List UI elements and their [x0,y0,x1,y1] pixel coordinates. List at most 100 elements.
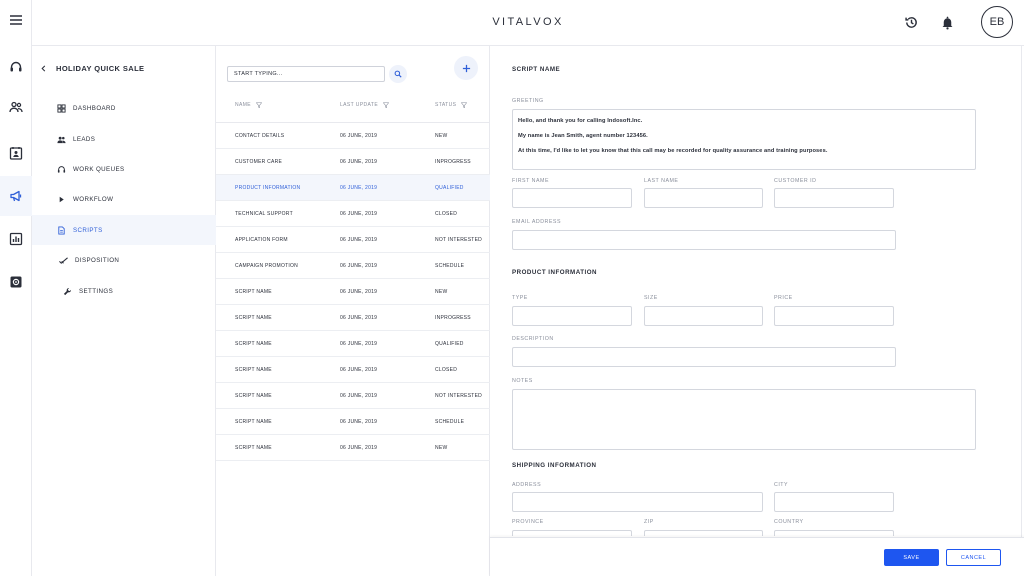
price-label: PRICE [774,295,793,301]
nav-item-workflow[interactable]: WORKFLOW [32,184,216,214]
email-field[interactable] [512,230,896,250]
type-field[interactable] [512,306,632,326]
save-button[interactable]: SAVE [884,549,939,566]
back-chevron-icon[interactable] [40,64,47,74]
nav-item-label: WORK QUEUES [73,165,125,173]
nav-item-leads[interactable]: LEADS [32,124,216,154]
play-icon [56,194,66,204]
bar-chart-icon[interactable] [6,229,26,249]
filter-icon[interactable] [256,102,263,108]
size-label: SIZE [644,295,658,301]
form-right-divider [1021,46,1022,537]
nav-item-work-queues[interactable]: WORK QUEUES [32,154,216,184]
people-icon[interactable] [6,97,26,117]
type-label: TYPE [512,295,528,301]
description-field[interactable] [512,347,896,367]
search-icon[interactable] [389,65,407,83]
table-row[interactable]: CAMPAIGN PROMOTION 06 JUNE, 2019 SCHEDULE [216,253,490,279]
headset-icon [56,164,66,174]
nav-item-label: DASHBOARD [73,104,116,112]
nav-item-label: WORKFLOW [73,195,114,203]
cancel-button[interactable]: CANCEL [946,549,1001,566]
table-row[interactable]: SCRIPT NAME 06 JUNE, 2019 NOT INTERESTED [216,383,490,409]
last-name-label: LAST NAME [644,178,679,184]
province-field[interactable] [512,530,632,536]
icon-rail [0,0,32,576]
contact-card-icon[interactable] [6,143,26,163]
check-icon [58,255,68,265]
table-row[interactable]: CONTACT DETAILS 06 JUNE, 2019 NEW [216,123,490,149]
address-label: ADDRESS [512,482,542,488]
nav-item-label: LEADS [73,135,96,143]
brand-logo-text: VITALVOX [492,16,564,28]
table-row[interactable]: SCRIPT NAME 06 JUNE, 2019 CLOSED [216,357,490,383]
table-row[interactable]: CUSTOMER CARE 06 JUNE, 2019 INPROGRESS [216,149,490,175]
settings-box-icon[interactable] [6,272,26,292]
email-label: EMAIL ADDRESS [512,219,561,225]
column-header-name[interactable]: NAME [235,102,263,108]
top-header: VITALVOX EB [32,0,1024,46]
column-header-status[interactable]: STATUS [435,102,468,108]
city-label: CITY [774,482,789,488]
greeting-label: GREETING [512,98,544,104]
product-information-heading: PRODUCT INFORMATION [512,269,598,276]
nav-item-label: SCRIPTS [73,226,103,234]
customer-id-label: CUSTOMER ID [774,178,817,184]
script-name-heading: SCRIPT NAME [512,66,561,73]
megaphone-icon[interactable] [6,186,26,206]
greeting-line: Hello, and thank you for calling Indosof… [518,118,643,124]
nav-item-label: DISPOSITION [75,256,120,264]
table-row[interactable]: SCRIPT NAME 06 JUNE, 2019 INPROGRESS [216,305,490,331]
form-footer: SAVE CANCEL [490,537,1024,576]
first-name-label: FIRST NAME [512,178,549,184]
province-label: PROVINCE [512,519,544,525]
zip-field[interactable] [644,530,763,536]
history-icon[interactable] [902,13,920,31]
user-avatar[interactable]: EB [981,6,1013,38]
script-form: SCRIPT NAME GREETING Hello, and thank yo… [490,46,1024,536]
notes-textarea[interactable] [512,389,976,450]
country-label: COUNTRY [774,519,804,525]
wrench-icon [62,286,72,296]
column-header-last-update[interactable]: LAST UPDATE [340,102,390,108]
leads-icon [56,134,66,144]
table-row[interactable]: APPLICATION FORM 06 JUNE, 2019 NOT INTERES… [216,227,490,253]
filter-icon[interactable] [383,102,390,108]
nav-item-dashboard[interactable]: DASHBOARD [32,93,216,123]
headset-icon[interactable] [6,57,26,77]
table-row[interactable]: SCRIPT NAME 06 JUNE, 2019 QUALIFIED [216,331,490,357]
price-field[interactable] [774,306,894,326]
nav-item-label: SETTINGS [79,287,114,295]
zip-label: ZIP [644,519,654,525]
address-field[interactable] [512,492,763,512]
greeting-line: My name is Jean Smith, agent number 1234… [518,133,648,139]
add-script-button[interactable] [454,56,478,80]
greeting-line: At this time, I'd like to let you know t… [518,148,828,154]
first-name-field[interactable] [512,188,632,208]
dashboard-icon [56,103,66,113]
customer-id-field[interactable] [774,188,894,208]
campaign-title: HOLIDAY QUICK SALE [56,64,145,73]
table-row[interactable]: SCRIPT NAME 06 JUNE, 2019 SCHEDULE [216,409,490,435]
script-list-panel: NAME LAST UPDATE STATUS CONTACT DETAILS0… [216,46,490,576]
nav-item-settings[interactable]: SETTINGS [32,276,216,306]
table-row[interactable]: SCRIPT NAME 06 JUNE, 2019 NEW [216,279,490,305]
document-icon [56,225,66,235]
search-input[interactable] [227,66,385,82]
last-name-field[interactable] [644,188,763,208]
filter-icon[interactable] [461,102,468,108]
bell-icon[interactable] [938,13,956,31]
size-field[interactable] [644,306,763,326]
country-field[interactable] [774,530,894,536]
nav-item-disposition[interactable]: DISPOSITION [32,245,216,275]
description-label: DESCRIPTION [512,336,554,342]
city-field[interactable] [774,492,894,512]
notes-label: NOTES [512,378,533,384]
table-row[interactable]: TECHNICAL SUPPORT 06 JUNE, 2019 CLOSED [216,201,490,227]
menu-icon[interactable] [6,10,26,30]
table-row-selected[interactable]: PRODUCT INFORMATION 06 JUNE, 2019 QUALIFIE… [216,175,490,201]
greeting-textarea[interactable]: Hello, and thank you for calling Indosof… [512,109,976,170]
table-row[interactable]: SCRIPT NAME 06 JUNE, 2019 NEW [216,435,490,461]
nav-item-scripts[interactable]: SCRIPTS [32,215,216,245]
campaign-nav: HOLIDAY QUICK SALE DASHBOARD LEADS WORK … [32,46,216,576]
